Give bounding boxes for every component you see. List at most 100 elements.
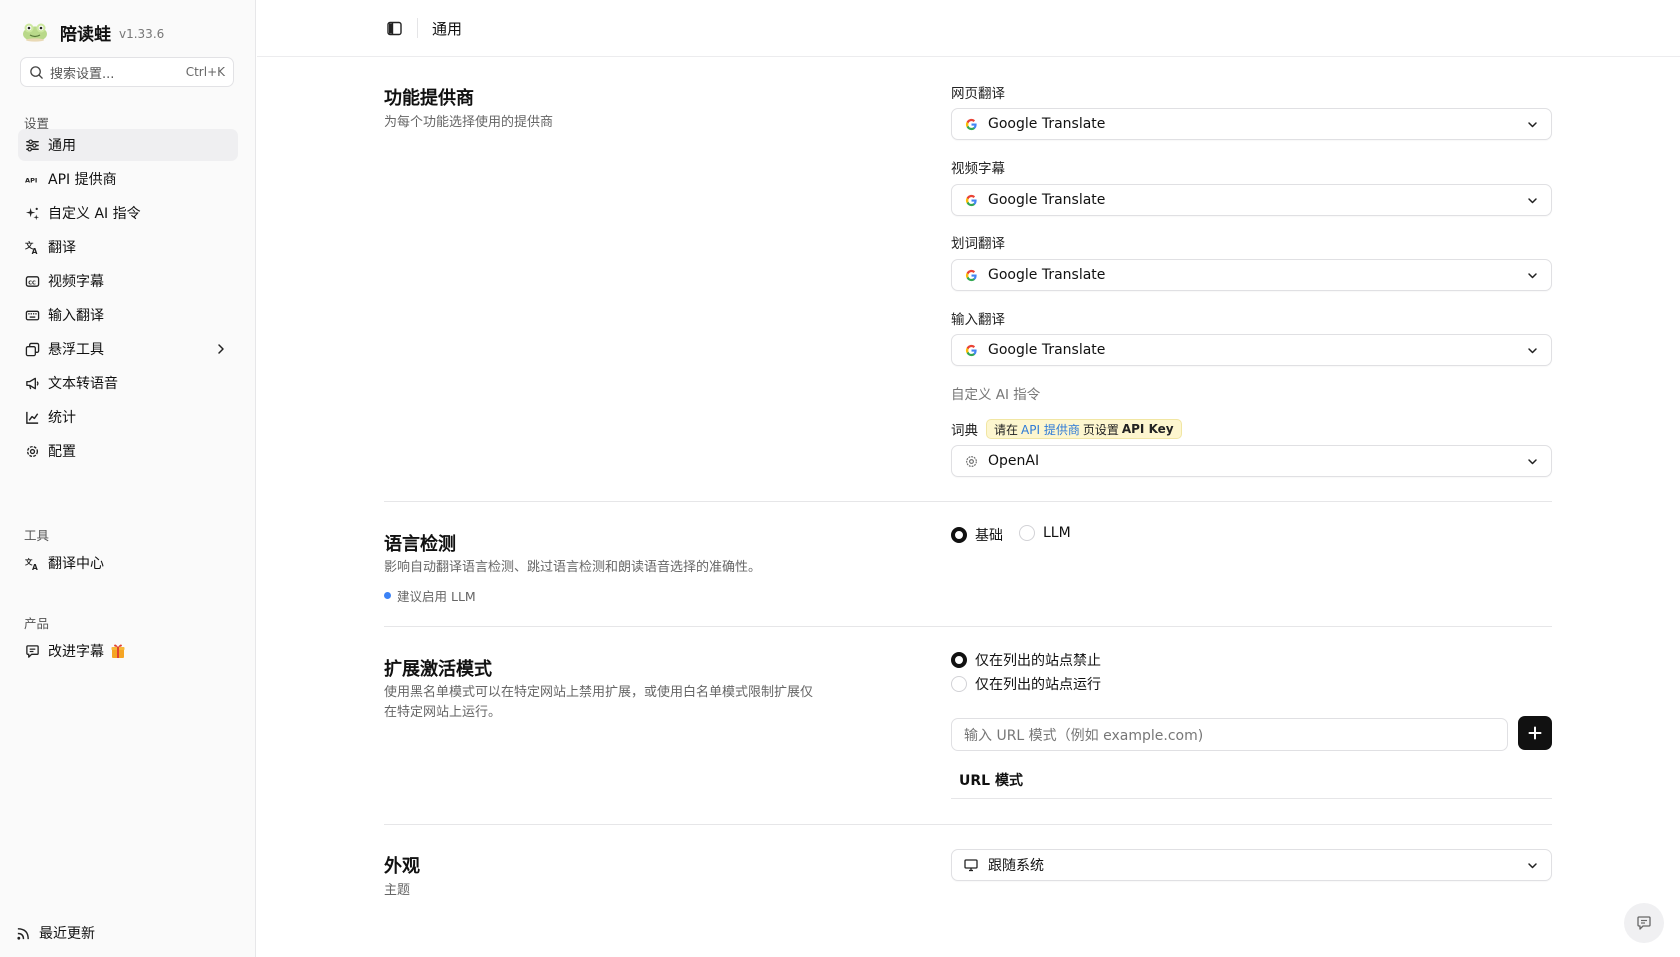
section-divider [384,501,1552,502]
url-pattern-placeholder: 输入 URL 模式（例如 example.com) [964,727,1204,744]
webpage-translate-select[interactable]: Google Translate [951,108,1552,140]
add-url-button[interactable] [1518,716,1552,750]
theme-select[interactable]: 跟随系统 [951,849,1552,881]
frog-logo-icon [23,23,47,42]
sidebar-item-label: 配置 [48,444,76,460]
gift-icon [111,644,125,658]
sidebar-item-video-subtitles[interactable]: CC 视频字幕 [18,265,238,297]
chevron-down-icon [1528,198,1537,204]
app-name: 陪读蛙 [60,24,111,45]
video-subtitles-label: 视频字幕 [951,161,1005,177]
select-value: Google Translate [988,342,1106,358]
sidebar-item-label: 视频字幕 [48,274,104,290]
sidebar-toggle-icon[interactable] [387,21,402,36]
search-input[interactable]: 搜索设置... Ctrl+K [20,57,234,87]
rss-icon [17,927,29,940]
chevron-down-icon [1528,348,1537,354]
translate-hub-icon: 文A [24,555,40,571]
radio-whitelist[interactable]: 仅在列出的站点运行 [951,674,1101,694]
radio-unselected [951,676,967,692]
activation-mode-description-2: 在特定网站上运行。 [384,705,502,720]
sidebar-item-general[interactable]: 通用 [18,129,238,161]
selection-translate-label: 划词翻译 [951,236,1005,252]
providers-section-description: 为每个功能选择使用的提供商 [384,115,554,130]
sidebar-item-custom-ai[interactable]: 自定义 AI 指令 [18,197,238,229]
sidebar-item-label: 改进字幕 [48,644,104,660]
sidebar-item-label: 翻译中心 [48,556,104,572]
radio-selected [951,652,967,668]
svg-text:CC: CC [28,280,36,286]
input-translate-label: 输入翻译 [951,312,1005,328]
select-value: Google Translate [988,116,1106,132]
badge-middle: 页设置 [1082,422,1119,437]
plus-icon [1528,726,1542,740]
sparkles-icon [24,205,40,221]
gear-icon [24,443,40,459]
selection-translate-select[interactable]: Google Translate [951,259,1552,291]
search-shortcut: Ctrl+K [185,65,225,79]
select-value: 跟随系统 [988,858,1044,874]
select-value: Google Translate [988,192,1106,208]
custom-ai-label: 自定义 AI 指令 [951,387,1041,403]
sidebar-item-improve-subtitles[interactable]: 改进字幕 [18,635,238,667]
openai-icon [964,454,978,468]
chevron-right-icon [218,344,224,354]
sidebar-item-label: 文本转语音 [48,376,118,392]
feedback-chat-button[interactable] [1624,903,1664,943]
api-providers-link[interactable]: API 提供商 [1021,421,1080,438]
radio-basic[interactable]: 基础 [951,525,1003,545]
feedback-icon [24,643,40,659]
chart-icon [24,409,40,425]
breadcrumb: 通用 [432,20,463,38]
svg-text:A: A [32,563,38,571]
radio-label: 仅在列出的站点禁止 [975,653,1101,669]
radio-label: 基础 [975,528,1003,544]
svg-text:API: API [25,176,37,184]
radio-label: LLM [1043,525,1071,541]
radio-blacklist[interactable]: 仅在列出的站点禁止 [951,650,1101,670]
dictionary-label: 词典 [951,423,978,439]
language-detection-title: 语言检测 [384,534,456,555]
keyboard-icon [24,307,40,323]
sidebar-item-stats[interactable]: 统计 [18,401,238,433]
sidebar-item-label: 统计 [48,410,76,426]
sidebar: 陪读蛙 v1.33.6 搜索设置... Ctrl+K 设置 通用 API API… [0,0,256,957]
video-subtitles-select[interactable]: Google Translate [951,184,1552,216]
tip-dot [384,592,391,599]
section-divider [384,824,1552,825]
chevron-down-icon [1528,122,1537,128]
sidebar-item-translate[interactable]: 文A 翻译 [18,231,238,263]
sidebar-item-tts[interactable]: 文本转语音 [18,367,238,399]
appearance-title: 外观 [384,856,420,877]
tip-text: 建议启用 LLM [397,589,476,604]
radio-llm[interactable]: LLM [1019,525,1071,541]
megaphone-icon [24,375,40,391]
dictionary-select[interactable]: OpenAI [951,445,1552,477]
appearance-description: 主题 [384,883,411,898]
sidebar-item-config[interactable]: 配置 [18,435,238,467]
google-icon [964,343,978,357]
select-value: Google Translate [988,267,1106,283]
url-table-divider [951,798,1552,799]
recent-updates-link[interactable]: 最近更新 [16,922,95,944]
google-icon [964,268,978,282]
sidebar-item-input-translate[interactable]: 输入翻译 [18,299,238,331]
activation-mode-title: 扩展激活模式 [384,659,492,680]
input-translate-select[interactable]: Google Translate [951,334,1552,366]
brand[interactable]: 陪读蛙 v1.33.6 [22,20,164,45]
api-icon: API [24,171,40,187]
url-pattern-input[interactable]: 输入 URL 模式（例如 example.com) [951,718,1508,751]
chat-icon [1637,916,1651,930]
search-icon [30,65,43,79]
providers-section-title: 功能提供商 [384,88,474,109]
tools-group-label: 工具 [24,528,50,543]
sidebar-item-label: 通用 [48,138,76,154]
chevron-down-icon [1528,273,1537,279]
sidebar-item-api-providers[interactable]: API API 提供商 [18,163,238,195]
radio-unselected [1019,525,1035,541]
section-divider [384,626,1552,627]
sidebar-item-translation-hub[interactable]: 文A 翻译中心 [18,547,238,579]
sidebar-item-label: 输入翻译 [48,308,104,324]
sidebar-item-floating-tools[interactable]: 悬浮工具 [18,333,238,365]
webpage-translate-label: 网页翻译 [951,86,1005,102]
